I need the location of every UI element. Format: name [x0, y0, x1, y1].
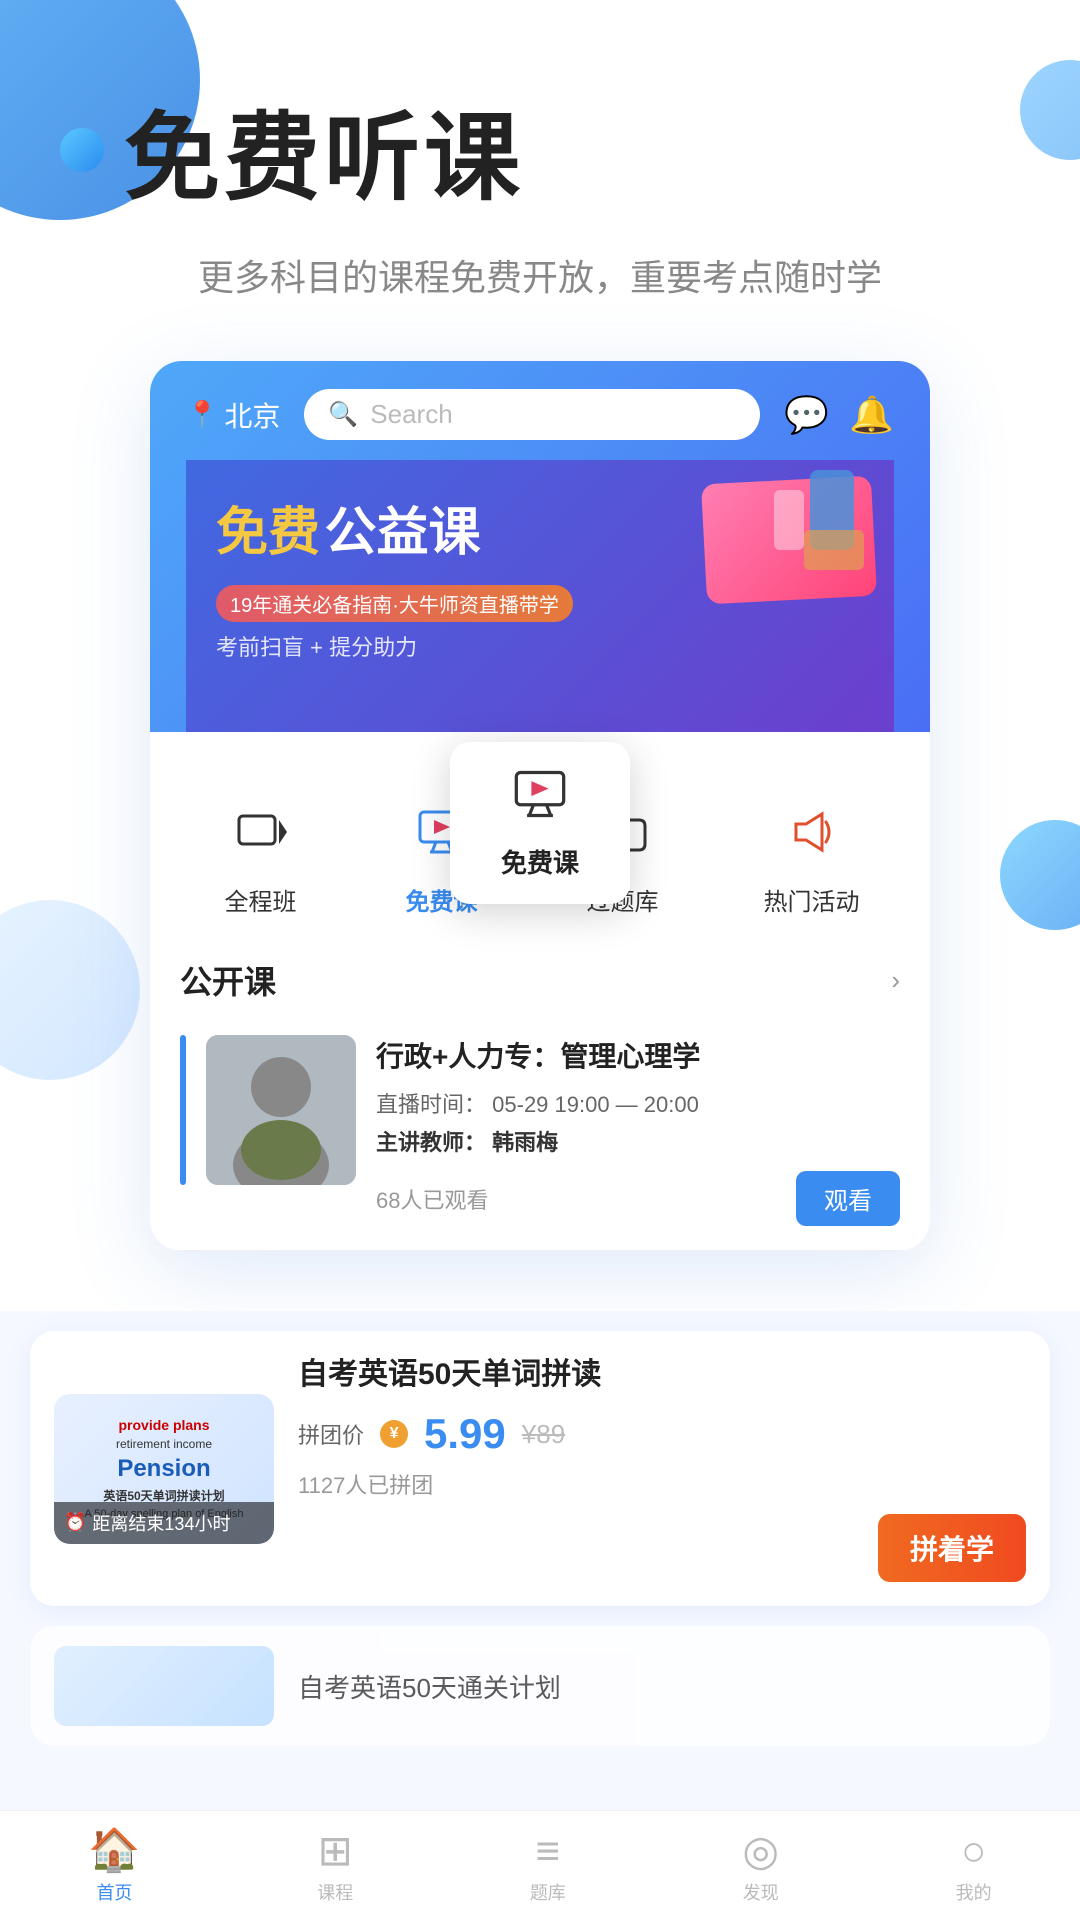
clock-icon: ⏰: [64, 1512, 86, 1533]
header-icons: 💬 🔔: [784, 394, 894, 436]
category-item-hotactivity[interactable]: 热门活动: [764, 792, 860, 917]
location-text: 北京: [224, 395, 280, 435]
group-thumbnail: provide plans retirement income Pension …: [54, 1394, 274, 1544]
watch-button[interactable]: 观看: [796, 1171, 900, 1226]
course-footer: 68人已观看 观看: [376, 1171, 900, 1226]
hero-title-row: 免费听课: [60, 80, 1020, 219]
thumb-word3: Pension: [117, 1455, 210, 1483]
teacher-label: 主讲教师：: [376, 1130, 486, 1155]
section-more-chevron-icon: ›: [891, 965, 900, 996]
banner-sub2: 考前扫盲 + 提分助力: [216, 630, 864, 662]
second-card-peek: 自考英语50天通关计划: [30, 1626, 1050, 1746]
price-original: ¥89: [522, 1419, 565, 1450]
bottom-navigation: 🏠 首页 ⊞ 课程 ≡ 题库 ◎ 发现 ○ 我的: [0, 1810, 1080, 1920]
free-course-popup-label: 免费课: [501, 843, 579, 880]
second-card-name: 自考英语50天通关计划: [298, 1668, 561, 1705]
search-icon: 🔍: [328, 400, 358, 429]
left-circle-decoration: [0, 900, 140, 1080]
nav-item-questionbank[interactable]: ≡ 题库: [530, 1827, 566, 1905]
hero-circle-right-decoration: [1020, 60, 1080, 160]
time-remaining-text: 距离结束134小时: [92, 1510, 230, 1536]
hero-section: 免费听课 更多科目的课程免费开放，重要考点随时学 📍 北京 🔍 Search 💬…: [0, 0, 1080, 1311]
nav-label-home: 首页: [96, 1879, 132, 1905]
nav-item-discover[interactable]: ◎ 发现: [742, 1826, 779, 1905]
bell-icon[interactable]: 🔔: [849, 394, 894, 436]
group-count: 1127人已拼团: [298, 1468, 1026, 1500]
category-label-quanchengban: 全程班: [225, 882, 297, 917]
thumb-word1: provide plans: [118, 1417, 209, 1433]
right-circle-decoration: [1000, 820, 1080, 930]
section-more[interactable]: ›: [891, 965, 900, 996]
location-label: 📍 北京: [186, 395, 280, 435]
group-buy-button[interactable]: 拼着学: [878, 1514, 1026, 1582]
video-icon: [221, 792, 301, 872]
price-original-value: 89: [536, 1419, 565, 1449]
nav-item-course[interactable]: ⊞ 课程: [317, 1826, 353, 1905]
thumb-time-overlay: ⏰ 距离结束134小时: [54, 1502, 274, 1544]
hero-subtitle: 更多科目的课程免费开放，重要考点随时学: [60, 249, 1020, 301]
message-icon[interactable]: 💬: [784, 394, 829, 436]
category-row: 全程班 免费课: [150, 762, 930, 937]
teacher-avatar: [206, 1035, 356, 1185]
blue-accent-bar: [180, 1035, 186, 1185]
group-price-row: 拼团价 ¥ 5.99 ¥89: [298, 1410, 1026, 1458]
course-card: 行政+人力专：管理心理学 直播时间： 05-29 19:00 — 20:00 主…: [150, 1019, 930, 1251]
price-original-prefix: ¥: [522, 1419, 536, 1449]
search-bar[interactable]: 🔍 Search: [304, 389, 760, 440]
questionbank-icon: ≡: [536, 1827, 561, 1875]
home-icon: 🏠: [88, 1826, 140, 1875]
broadcast-time-label: 直播时间：: [376, 1092, 486, 1117]
group-info: 自考英语50天单词拼读 拼团价 ¥ 5.99 ¥89 1127人已拼团 拼着学: [298, 1355, 1026, 1582]
app-banner: 免费 公益课 19年通关必备指南·大牛师资直播带学 考前扫盲 + 提分助力: [186, 460, 894, 732]
second-thumbnail: [54, 1646, 274, 1726]
banner-title-text: 公益课: [324, 504, 480, 562]
course-broadcast-time: 直播时间： 05-29 19:00 — 20:00: [376, 1087, 900, 1119]
thumb-word2: retirement income: [116, 1437, 212, 1451]
app-header: 📍 北京 🔍 Search 💬 🔔 免费 公益课: [150, 361, 930, 732]
price-current: 5.99: [424, 1410, 506, 1458]
app-header-row: 📍 北京 🔍 Search 💬 🔔: [186, 389, 894, 440]
course-info: 行政+人力专：管理心理学 直播时间： 05-29 19:00 — 20:00 主…: [376, 1035, 900, 1226]
free-course-popup-icon: [512, 766, 568, 835]
nav-item-home[interactable]: 🏠 首页: [88, 1826, 140, 1905]
group-course-name: 自考英语50天单词拼读: [298, 1355, 1026, 1394]
course-teacher: 主讲教师： 韩雨梅: [376, 1125, 900, 1157]
group-buy-card: provide plans retirement income Pension …: [30, 1331, 1050, 1606]
course-icon: ⊞: [318, 1826, 353, 1875]
nav-label-course: 课程: [317, 1879, 353, 1905]
nav-item-mine[interactable]: ○ 我的: [956, 1827, 992, 1905]
nav-label-discover: 发现: [743, 1879, 779, 1905]
category-item-quanchengban[interactable]: 全程班: [221, 792, 301, 917]
megaphone-icon: [772, 792, 852, 872]
banner-free-tag: 免费: [216, 504, 320, 562]
broadcast-time-value: 05-29 19:00 — 20:00: [492, 1092, 699, 1117]
course-name: 行政+人力专：管理心理学: [376, 1035, 900, 1075]
free-course-popup: 免费课: [450, 742, 630, 904]
discover-icon: ◎: [742, 1826, 779, 1875]
price-coin-icon: ¥: [380, 1420, 408, 1448]
phone-mockup-card: 📍 北京 🔍 Search 💬 🔔 免费 公益课: [150, 361, 930, 1251]
banner-sub1: 19年通关必备指南·大牛师资直播带学: [216, 585, 573, 622]
mine-icon: ○: [961, 1827, 986, 1875]
teacher-name: 韩雨梅: [492, 1130, 558, 1155]
price-label: 拼团价: [298, 1418, 364, 1450]
nav-label-mine: 我的: [956, 1879, 992, 1905]
nav-label-questionbank: 题库: [530, 1879, 566, 1905]
category-section: 全程班 免费课: [150, 732, 930, 1251]
banner-illustration: [674, 470, 874, 610]
section-title: 公开课: [180, 957, 276, 1003]
hero-title: 免费听课: [124, 80, 524, 219]
below-section: provide plans retirement income Pension …: [0, 1311, 1080, 1886]
public-course-section-header: 公开课 ›: [150, 937, 930, 1019]
search-placeholder-text: Search: [370, 399, 452, 430]
category-label-hotactivity: 热门活动: [764, 882, 860, 917]
hero-dot-decoration: [60, 128, 104, 172]
course-views: 68人已观看: [376, 1183, 488, 1215]
location-pin-icon: 📍: [186, 399, 218, 430]
